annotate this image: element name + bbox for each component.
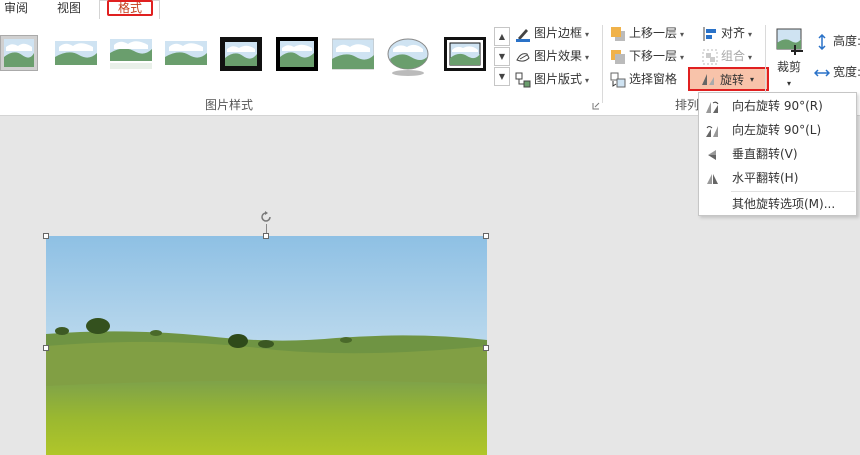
picture-style-thumb[interactable] [387,37,429,76]
rotate-menu: 向右旋转 90°(R) 向左旋转 90°(L) 垂直翻转(V) 水平翻转(H) … [698,92,857,216]
tab-review[interactable]: 审阅 [4,0,28,19]
send-backward-icon [610,49,626,65]
menu-separator [731,191,855,192]
dropdown-arrow-icon: ▾ [680,30,685,39]
picture-styles-group-label: 图片样式 [205,98,254,112]
arrange-group-label: 排列 [675,98,700,112]
group-button[interactable]: 组合 ▾ [702,46,752,66]
selection-pane-button[interactable]: 选择窗格 [610,69,677,89]
width-field[interactable]: 宽度: [813,62,860,82]
dropdown-arrow-icon: ▾ [585,30,590,39]
layout-icon [515,72,531,88]
picture-style-thumb[interactable] [0,35,38,71]
group-divider [602,25,603,103]
picture-style-thumb[interactable] [444,37,486,71]
picture-style-thumb[interactable] [55,37,97,71]
picture-layout-button[interactable]: 图片版式 ▾ [515,69,589,89]
width-icon [813,65,831,81]
resize-handle[interactable] [483,233,489,239]
menu-item-rotate-left[interactable]: 向左旋转 90°(L) [699,119,856,141]
dialog-launcher-icon[interactable] [592,99,600,110]
effects-icon [515,49,531,65]
bring-forward-button[interactable]: 上移一层 ▾ [610,23,684,43]
resize-handle[interactable] [43,233,49,239]
selected-picture[interactable] [46,236,487,455]
picture-style-gallery: ▲ ▼ ▼ [0,25,510,86]
menu-item-rotate-right[interactable]: 向右旋转 90°(R) [699,95,856,117]
tab-format[interactable]: 格式 [107,0,153,16]
ribbon-tab-strip: 审阅 视图 格式 [0,0,860,20]
flip-horizontal-icon [705,171,720,185]
bring-forward-icon [610,26,626,42]
rotation-handle-icon[interactable] [259,210,273,224]
gallery-scroll-down-icon[interactable]: ▼ [494,47,510,66]
menu-item-flip-vertical[interactable]: 垂直翻转(V) [699,143,856,165]
height-icon [814,33,830,50]
rotate-icon [700,71,716,90]
menu-item-flip-horizontal[interactable]: 水平翻转(H) [699,167,856,189]
crop-icon[interactable] [775,27,805,57]
picture-effects-button[interactable]: 图片效果 ▾ [515,46,589,66]
send-backward-button[interactable]: 下移一层 ▾ [610,46,684,66]
picture-style-thumb[interactable] [220,37,262,71]
gallery-more-icon[interactable]: ▼ [494,67,510,86]
group-icon [702,49,718,65]
picture-style-thumb[interactable] [110,37,152,71]
dropdown-arrow-icon: ▾ [585,53,590,62]
dropdown-arrow-icon: ▾ [750,75,755,84]
resize-handle[interactable] [483,345,489,351]
dropdown-arrow-icon: ▾ [585,76,590,85]
resize-handle[interactable] [43,345,49,351]
picture-style-thumb[interactable] [276,37,318,71]
picture-style-thumb[interactable] [331,37,375,71]
dropdown-arrow-icon: ▾ [680,53,685,62]
gallery-scroll-up-icon[interactable]: ▲ [494,27,510,46]
picture-style-thumb[interactable] [165,37,207,71]
rotate-left-icon [705,123,720,137]
selection-pane-icon [610,72,626,88]
resize-handle[interactable] [263,233,269,239]
rotate-button[interactable]: 旋转 ▾ [688,67,769,91]
pencil-border-icon [515,26,531,42]
dropdown-arrow-icon: ▾ [748,30,753,39]
menu-item-more-rotation-options[interactable]: 其他旋转选项(M)... [699,193,856,215]
align-icon [702,26,718,42]
picture-border-button[interactable]: 图片边框 ▾ [515,23,589,43]
crop-dropdown-arrow-icon[interactable]: ▾ [787,74,791,94]
dropdown-arrow-icon: ▾ [748,53,753,62]
align-button[interactable]: 对齐 ▾ [702,23,752,43]
tab-view[interactable]: 视图 [57,0,81,19]
height-field[interactable]: 高度: [814,31,860,51]
flip-vertical-icon [705,147,720,161]
rotate-right-icon [705,99,720,113]
